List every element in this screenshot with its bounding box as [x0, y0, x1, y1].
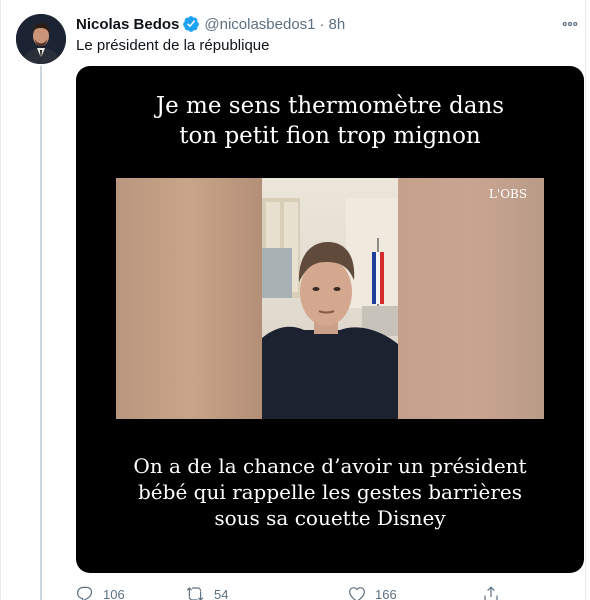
watermark: L'OBS	[489, 187, 527, 201]
timeline-border-right	[585, 0, 586, 600]
caption-bottom-line: sous sa couette Disney	[214, 506, 446, 530]
caption-bottom: On a de la chance d’avoir un président b…	[76, 453, 584, 531]
retweet-icon	[185, 585, 205, 600]
thread-line	[40, 66, 42, 600]
tweet-header: Nicolas Bedos @nicolasbedos1 · 8h	[76, 14, 345, 34]
retweet-button[interactable]: 54	[185, 584, 228, 600]
caption-top-line: Je me sens thermomètre dans	[155, 93, 505, 119]
caption-bottom-line: bébé qui rappelle les gestes barrières	[138, 480, 522, 504]
share-button[interactable]	[482, 584, 500, 600]
reply-count: 106	[103, 586, 125, 600]
tweet: Nicolas Bedos @nicolasbedos1 · 8h Le pré…	[0, 0, 590, 600]
avatar-photo	[16, 14, 66, 64]
caption-top-line: ton petit fion trop mignon	[179, 123, 481, 149]
blurred-side-right	[398, 178, 544, 419]
separator-dot: ·	[319, 15, 325, 33]
more-options-icon[interactable]	[558, 14, 582, 34]
video-content	[262, 178, 398, 419]
caption-bottom-line: On a de la chance d’avoir un président	[133, 454, 527, 478]
caption-top: Je me sens thermomètre dans ton petit fi…	[76, 91, 584, 151]
author-name[interactable]: Nicolas Bedos	[76, 16, 179, 33]
verified-badge-icon	[182, 15, 200, 33]
avatar[interactable]	[16, 14, 66, 64]
tweet-text: Le président de la république	[76, 37, 270, 54]
timeline-border-left	[0, 0, 1, 600]
author-handle[interactable]: @nicolasbedos1	[204, 16, 315, 33]
tweet-timestamp[interactable]: 8h	[329, 16, 346, 33]
reply-button[interactable]: 106	[76, 584, 125, 600]
like-count: 166	[375, 586, 397, 600]
like-button[interactable]: 166	[348, 584, 397, 600]
like-icon	[348, 585, 366, 600]
video-frame[interactable]: L'OBS	[116, 178, 544, 419]
retweet-count: 54	[214, 586, 229, 600]
reply-icon	[76, 585, 94, 600]
share-icon	[482, 585, 500, 600]
tweet-media[interactable]: Je me sens thermomètre dans ton petit fi…	[76, 66, 584, 573]
blurred-side-left	[116, 178, 262, 419]
